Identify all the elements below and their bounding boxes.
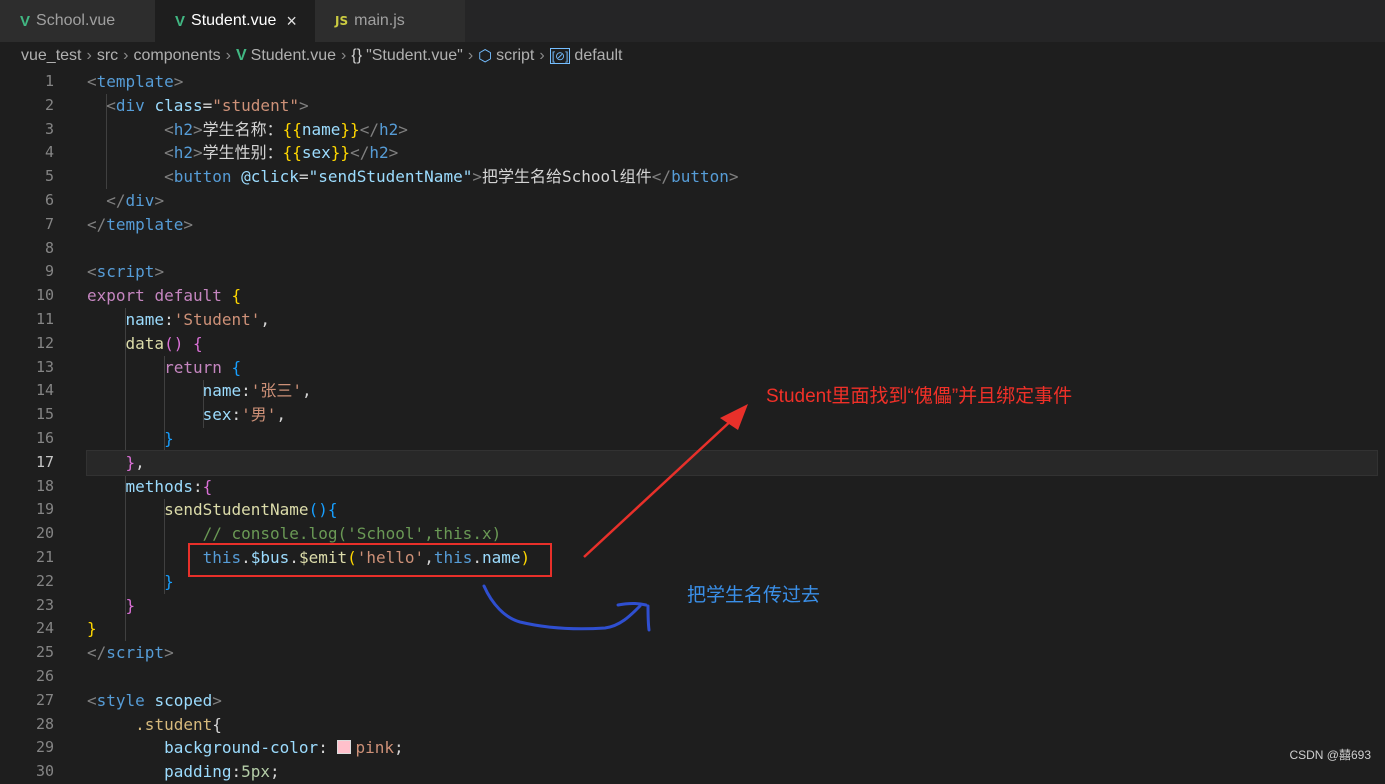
- annotation-arrows: [482, 404, 748, 632]
- annotation-red-note: Student里面找到“傀儡”并且绑定事件: [766, 386, 1073, 407]
- annotation-blue-note: 把学生名传过去: [687, 585, 821, 606]
- watermark: CSDN @囍693: [1289, 748, 1371, 762]
